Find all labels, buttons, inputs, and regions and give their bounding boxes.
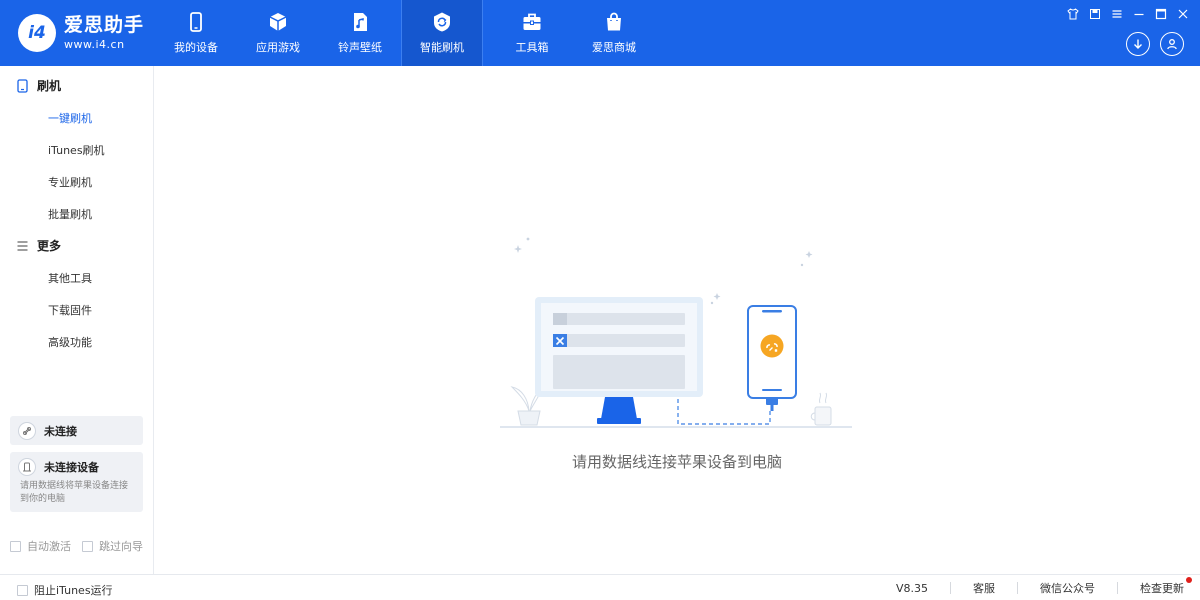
refresh-shield-icon bbox=[434, 12, 450, 32]
nav-label: 我的设备 bbox=[174, 41, 218, 54]
menu-button[interactable] bbox=[1110, 7, 1124, 21]
sparkle-icon bbox=[514, 237, 813, 305]
check-update-link[interactable]: 检查更新 bbox=[1140, 577, 1192, 596]
sidebar-item-download-firmware[interactable]: 下载固件 bbox=[48, 302, 92, 318]
device-icon bbox=[18, 458, 36, 476]
footer-divider bbox=[950, 582, 951, 594]
sidebar-section-label: 更多 bbox=[37, 239, 62, 253]
monitor-icon bbox=[535, 297, 703, 424]
sidebar-item-itunes-flash[interactable]: iTunes刷机 bbox=[48, 142, 105, 158]
mug-icon bbox=[810, 392, 832, 426]
sidebar-section-flash[interactable]: 刷机 bbox=[16, 77, 61, 94]
auto-activate-option[interactable]: 自动激活 bbox=[10, 538, 71, 554]
version-label: V8.35 bbox=[895, 581, 928, 595]
block-itunes-option[interactable]: 阻止iTunes运行 bbox=[17, 582, 113, 598]
top-header: i4 爱思助手 www.i4.cn 我的设备 应用游戏 铃声壁纸 智能刷机 工具… bbox=[0, 0, 1200, 66]
nav-store[interactable]: 爱思商城 bbox=[573, 0, 655, 66]
skip-guide-checkbox[interactable] bbox=[82, 540, 93, 552]
list-icon bbox=[17, 240, 28, 251]
nav-label: 爱思商城 bbox=[592, 41, 636, 54]
maximize-button[interactable] bbox=[1154, 7, 1168, 21]
footer-divider bbox=[1117, 582, 1118, 594]
nav-apps-games[interactable]: 应用游戏 bbox=[237, 0, 319, 66]
maximize-icon bbox=[1155, 8, 1167, 20]
header-actions bbox=[1126, 32, 1184, 56]
tablet-icon bbox=[17, 78, 28, 93]
logo-badge: i4 bbox=[18, 14, 56, 52]
nav-label: 智能刷机 bbox=[420, 41, 464, 54]
nav-ringtones-wallpapers[interactable]: 铃声壁纸 bbox=[319, 0, 401, 66]
main-nav: 我的设备 应用游戏 铃声壁纸 智能刷机 工具箱 爱思商城 bbox=[155, 0, 655, 66]
app-name: 爱思助手 bbox=[64, 14, 145, 36]
phone-icon bbox=[190, 12, 202, 32]
connect-device-illustration bbox=[500, 237, 852, 428]
cable-line bbox=[677, 399, 771, 425]
toolbox-icon bbox=[523, 13, 541, 30]
block-itunes-label: 阻止iTunes运行 bbox=[34, 584, 113, 597]
device-status-hint: 请用数据线将苹果设备连接到你的电脑 bbox=[20, 481, 129, 504]
close-button[interactable] bbox=[1176, 7, 1190, 21]
auto-activate-label: 自动激活 bbox=[27, 540, 71, 553]
feedback-button[interactable] bbox=[1088, 7, 1102, 21]
check-update-label: 检查更新 bbox=[1140, 582, 1184, 595]
nav-label: 工具箱 bbox=[515, 41, 549, 54]
connection-status-text: 未连接 bbox=[44, 424, 77, 438]
note-icon bbox=[1090, 9, 1100, 19]
window-controls bbox=[1066, 7, 1190, 21]
nav-toolbox[interactable]: 工具箱 bbox=[491, 0, 573, 66]
sidebar-section-more[interactable]: 更多 bbox=[16, 237, 61, 254]
nav-smart-flash[interactable]: 智能刷机 bbox=[401, 0, 483, 66]
minimize-button[interactable] bbox=[1132, 7, 1146, 21]
main-content: 请用数据线连接苹果设备到电脑 bbox=[155, 66, 1200, 574]
skip-guide-option[interactable]: 跳过向导 bbox=[82, 538, 143, 554]
sidebar: 刷机 一键刷机 iTunes刷机 专业刷机 批量刷机 更多 其他工具 下载固件 … bbox=[0, 66, 154, 574]
download-button[interactable] bbox=[1126, 32, 1150, 56]
music-file-icon bbox=[354, 13, 367, 31]
app-logo[interactable]: i4 爱思助手 www.i4.cn bbox=[18, 12, 144, 54]
footer-links: V8.35 客服 微信公众号 检查更新 bbox=[895, 575, 1192, 600]
sidebar-section-label: 刷机 bbox=[37, 79, 62, 93]
nav-my-device[interactable]: 我的设备 bbox=[155, 0, 237, 66]
support-link[interactable]: 客服 bbox=[973, 580, 995, 596]
phone-illustration bbox=[747, 305, 797, 411]
connect-prompt-text: 请用数据线连接苹果设备到电脑 bbox=[571, 453, 782, 471]
nav-label: 应用游戏 bbox=[256, 41, 300, 54]
menu-icon bbox=[1112, 10, 1122, 18]
minimize-icon bbox=[1134, 13, 1144, 16]
shopping-bag-icon bbox=[607, 12, 621, 31]
skin-button[interactable] bbox=[1066, 7, 1080, 21]
user-button[interactable] bbox=[1160, 32, 1184, 56]
auto-activate-checkbox[interactable] bbox=[10, 540, 21, 552]
sidebar-item-advanced[interactable]: 高级功能 bbox=[48, 334, 92, 350]
status-footer: 阻止iTunes运行 V8.35 客服 微信公众号 检查更新 bbox=[0, 574, 1200, 600]
update-badge bbox=[1186, 577, 1192, 583]
sidebar-item-pro-flash[interactable]: 专业刷机 bbox=[48, 174, 92, 190]
link-icon bbox=[18, 421, 36, 440]
footer-divider bbox=[1017, 582, 1018, 594]
download-icon bbox=[1134, 39, 1142, 49]
block-itunes-checkbox[interactable] bbox=[17, 584, 28, 596]
sidebar-item-other-tools[interactable]: 其他工具 bbox=[48, 270, 92, 286]
device-status-text: 未连接设备 bbox=[44, 461, 99, 474]
sidebar-item-one-click-flash[interactable]: 一键刷机 bbox=[48, 110, 92, 126]
device-status-card: 未连接设备 请用数据线将苹果设备连接到你的电脑 bbox=[10, 452, 143, 512]
skip-guide-label: 跳过向导 bbox=[99, 540, 143, 553]
cube-icon bbox=[269, 13, 287, 31]
nav-label: 铃声壁纸 bbox=[338, 41, 382, 54]
shirt-icon bbox=[1067, 8, 1079, 20]
close-icon bbox=[1178, 9, 1188, 19]
app-url: www.i4.cn bbox=[64, 38, 125, 51]
ground-line bbox=[500, 426, 852, 428]
connection-status-card: 未连接 bbox=[10, 416, 143, 445]
sidebar-item-batch-flash[interactable]: 批量刷机 bbox=[48, 206, 92, 222]
user-icon bbox=[1167, 39, 1177, 50]
wechat-link[interactable]: 微信公众号 bbox=[1040, 580, 1095, 596]
